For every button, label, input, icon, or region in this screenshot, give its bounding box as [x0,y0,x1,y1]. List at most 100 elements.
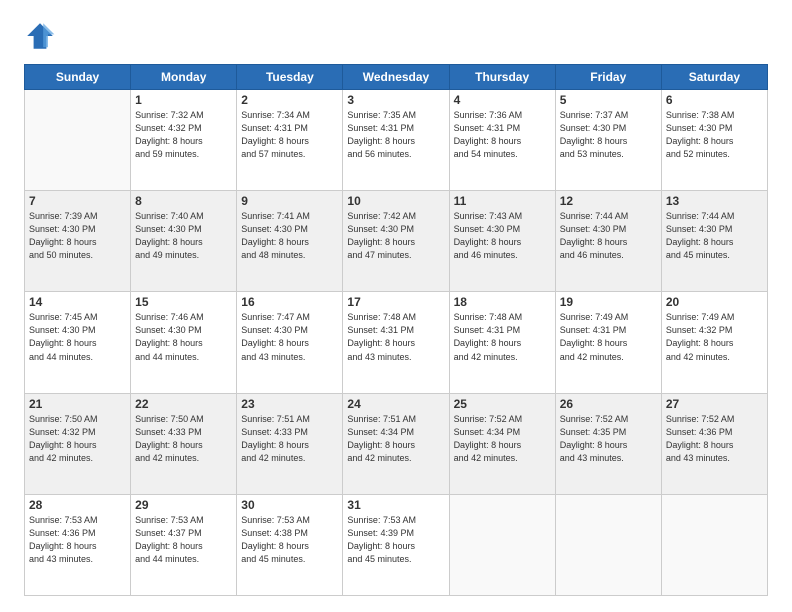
logo [24,20,60,52]
cell-info: Sunrise: 7:53 AM Sunset: 4:38 PM Dayligh… [241,514,338,566]
day-number: 5 [560,93,657,107]
cell-info: Sunrise: 7:43 AM Sunset: 4:30 PM Dayligh… [454,210,551,262]
day-number: 20 [666,295,763,309]
cell-info: Sunrise: 7:34 AM Sunset: 4:31 PM Dayligh… [241,109,338,161]
calendar-cell: 10 Sunrise: 7:42 AM Sunset: 4:30 PM Dayli… [343,191,449,292]
calendar-cell: 14 Sunrise: 7:45 AM Sunset: 4:30 PM Dayli… [25,292,131,393]
cell-info: Sunrise: 7:38 AM Sunset: 4:30 PM Dayligh… [666,109,763,161]
day-number: 23 [241,397,338,411]
day-number: 29 [135,498,232,512]
cell-info: Sunrise: 7:49 AM Sunset: 4:31 PM Dayligh… [560,311,657,363]
calendar-week-row: 7 Sunrise: 7:39 AM Sunset: 4:30 PM Daylig… [25,191,768,292]
cell-info: Sunrise: 7:41 AM Sunset: 4:30 PM Dayligh… [241,210,338,262]
calendar-cell: 28 Sunrise: 7:53 AM Sunset: 4:36 PM Dayli… [25,494,131,595]
calendar-cell: 3 Sunrise: 7:35 AM Sunset: 4:31 PM Daylig… [343,90,449,191]
calendar-cell: 1Sunrise: 7:32 AM Sunset: 4:32 PM Daylig… [131,90,237,191]
calendar-week-row: 14 Sunrise: 7:45 AM Sunset: 4:30 PM Dayli… [25,292,768,393]
day-number: 14 [29,295,126,309]
day-number: 10 [347,194,444,208]
cell-info: Sunrise: 7:47 AM Sunset: 4:30 PM Dayligh… [241,311,338,363]
calendar-cell [661,494,767,595]
calendar-cell: 31Sunrise: 7:53 AM Sunset: 4:39 PM Dayli… [343,494,449,595]
cell-info: Sunrise: 7:53 AM Sunset: 4:36 PM Dayligh… [29,514,126,566]
cell-info: Sunrise: 7:32 AM Sunset: 4:32 PM Dayligh… [135,109,232,161]
day-number: 30 [241,498,338,512]
cell-info: Sunrise: 7:48 AM Sunset: 4:31 PM Dayligh… [347,311,444,363]
calendar-cell: 23 Sunrise: 7:51 AM Sunset: 4:33 PM Dayli… [237,393,343,494]
calendar-cell [555,494,661,595]
day-number: 2 [241,93,338,107]
calendar-cell: 19 Sunrise: 7:49 AM Sunset: 4:31 PM Dayli… [555,292,661,393]
logo-icon [24,20,56,52]
cell-info: Sunrise: 7:44 AM Sunset: 4:30 PM Dayligh… [666,210,763,262]
calendar-cell: 5 Sunrise: 7:37 AM Sunset: 4:30 PM Daylig… [555,90,661,191]
day-number: 24 [347,397,444,411]
day-number: 28 [29,498,126,512]
day-number: 8 [135,194,232,208]
cell-info: Sunrise: 7:53 AM Sunset: 4:39 PM Dayligh… [347,514,444,566]
calendar-cell: 18Sunrise: 7:48 AM Sunset: 4:31 PM Dayli… [449,292,555,393]
calendar-cell: 12Sunrise: 7:44 AM Sunset: 4:30 PM Dayli… [555,191,661,292]
calendar-cell: 30 Sunrise: 7:53 AM Sunset: 4:38 PM Dayli… [237,494,343,595]
calendar-cell [25,90,131,191]
cell-info: Sunrise: 7:52 AM Sunset: 4:35 PM Dayligh… [560,413,657,465]
calendar-cell: 16Sunrise: 7:47 AM Sunset: 4:30 PM Dayli… [237,292,343,393]
header [24,20,768,52]
calendar-cell: 20 Sunrise: 7:49 AM Sunset: 4:32 PM Dayli… [661,292,767,393]
calendar-cell: 22 Sunrise: 7:50 AM Sunset: 4:33 PM Dayli… [131,393,237,494]
calendar-cell: 25 Sunrise: 7:52 AM Sunset: 4:34 PM Dayli… [449,393,555,494]
day-number: 6 [666,93,763,107]
day-number: 19 [560,295,657,309]
calendar-cell: 13 Sunrise: 7:44 AM Sunset: 4:30 PM Dayli… [661,191,767,292]
day-number: 13 [666,194,763,208]
cell-info: Sunrise: 7:51 AM Sunset: 4:34 PM Dayligh… [347,413,444,465]
cell-info: Sunrise: 7:37 AM Sunset: 4:30 PM Dayligh… [560,109,657,161]
calendar-cell: 15Sunrise: 7:46 AM Sunset: 4:30 PM Dayli… [131,292,237,393]
cell-info: Sunrise: 7:35 AM Sunset: 4:31 PM Dayligh… [347,109,444,161]
calendar-cell: 24 Sunrise: 7:51 AM Sunset: 4:34 PM Dayli… [343,393,449,494]
cell-info: Sunrise: 7:52 AM Sunset: 4:34 PM Dayligh… [454,413,551,465]
calendar-header-tuesday: Tuesday [237,65,343,90]
cell-info: Sunrise: 7:45 AM Sunset: 4:30 PM Dayligh… [29,311,126,363]
cell-info: Sunrise: 7:36 AM Sunset: 4:31 PM Dayligh… [454,109,551,161]
calendar-week-row: 1Sunrise: 7:32 AM Sunset: 4:32 PM Daylig… [25,90,768,191]
calendar-table: SundayMondayTuesdayWednesdayThursdayFrid… [24,64,768,596]
day-number: 21 [29,397,126,411]
day-number: 4 [454,93,551,107]
calendar-cell: 11Sunrise: 7:43 AM Sunset: 4:30 PM Dayli… [449,191,555,292]
calendar-cell: 17 Sunrise: 7:48 AM Sunset: 4:31 PM Dayli… [343,292,449,393]
cell-info: Sunrise: 7:50 AM Sunset: 4:33 PM Dayligh… [135,413,232,465]
cell-info: Sunrise: 7:39 AM Sunset: 4:30 PM Dayligh… [29,210,126,262]
day-number: 22 [135,397,232,411]
calendar-cell: 21 Sunrise: 7:50 AM Sunset: 4:32 PM Dayli… [25,393,131,494]
calendar-week-row: 21 Sunrise: 7:50 AM Sunset: 4:32 PM Dayli… [25,393,768,494]
calendar-cell [449,494,555,595]
cell-info: Sunrise: 7:51 AM Sunset: 4:33 PM Dayligh… [241,413,338,465]
cell-info: Sunrise: 7:42 AM Sunset: 4:30 PM Dayligh… [347,210,444,262]
calendar-header-saturday: Saturday [661,65,767,90]
day-number: 26 [560,397,657,411]
calendar-cell: 4 Sunrise: 7:36 AM Sunset: 4:31 PM Daylig… [449,90,555,191]
calendar-cell: 6 Sunrise: 7:38 AM Sunset: 4:30 PM Daylig… [661,90,767,191]
cell-info: Sunrise: 7:50 AM Sunset: 4:32 PM Dayligh… [29,413,126,465]
calendar-cell: 26 Sunrise: 7:52 AM Sunset: 4:35 PM Dayli… [555,393,661,494]
calendar-header-sunday: Sunday [25,65,131,90]
cell-info: Sunrise: 7:49 AM Sunset: 4:32 PM Dayligh… [666,311,763,363]
day-number: 25 [454,397,551,411]
calendar-header-wednesday: Wednesday [343,65,449,90]
calendar-cell: 27Sunrise: 7:52 AM Sunset: 4:36 PM Dayli… [661,393,767,494]
cell-info: Sunrise: 7:48 AM Sunset: 4:31 PM Dayligh… [454,311,551,363]
calendar-cell: 29Sunrise: 7:53 AM Sunset: 4:37 PM Dayli… [131,494,237,595]
page: SundayMondayTuesdayWednesdayThursdayFrid… [0,0,792,612]
cell-info: Sunrise: 7:40 AM Sunset: 4:30 PM Dayligh… [135,210,232,262]
calendar-cell: 2 Sunrise: 7:34 AM Sunset: 4:31 PM Daylig… [237,90,343,191]
day-number: 27 [666,397,763,411]
calendar-header-friday: Friday [555,65,661,90]
calendar-header-row: SundayMondayTuesdayWednesdayThursdayFrid… [25,65,768,90]
day-number: 17 [347,295,444,309]
day-number: 7 [29,194,126,208]
calendar-cell: 9Sunrise: 7:41 AM Sunset: 4:30 PM Daylig… [237,191,343,292]
cell-info: Sunrise: 7:46 AM Sunset: 4:30 PM Dayligh… [135,311,232,363]
day-number: 3 [347,93,444,107]
calendar-cell: 8 Sunrise: 7:40 AM Sunset: 4:30 PM Daylig… [131,191,237,292]
